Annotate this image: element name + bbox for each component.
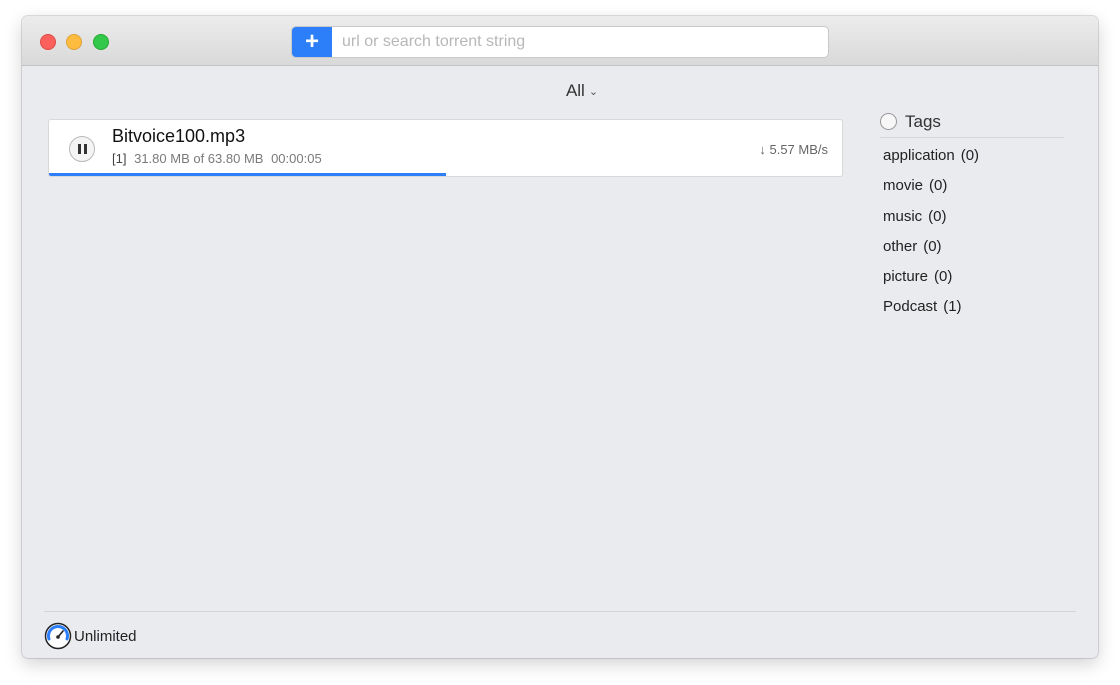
torrent-info: [1] 31.80 MB of 63.80 MB 00:00:05 [112, 151, 326, 166]
tag-label: application [883, 147, 955, 164]
tag-item-movie[interactable]: movie (0) [880, 175, 1064, 205]
tag-count: (0) [928, 207, 947, 225]
url-search-input[interactable] [332, 27, 828, 57]
status-bar: Unlimited [44, 611, 1076, 657]
tag-label: other [883, 237, 918, 255]
maximize-window-button[interactable] [93, 34, 109, 50]
torrent-eta: 00:00:05 [271, 151, 322, 166]
tag-count: (0) [929, 177, 948, 195]
torrent-downloaded: 31.80 MB of 63.80 MB [134, 151, 264, 166]
tag-count: (1) [943, 298, 962, 316]
plus-icon: + [304, 28, 319, 55]
speedometer-icon[interactable] [44, 622, 72, 650]
torrent-index: [1] [112, 151, 127, 166]
tag-label: music [883, 207, 923, 225]
tag-label: Podcast [883, 298, 938, 316]
pause-button[interactable] [69, 136, 95, 162]
torrent-name: Bitvoice100.mp3 [112, 126, 246, 146]
tag-label: movie [883, 177, 924, 195]
add-torrent-button[interactable]: + [292, 27, 332, 57]
torrent-speed: ↓ 5.57 MB/s [759, 142, 828, 157]
pause-icon [77, 144, 81, 154]
tag-item-picture[interactable]: picture (0) [880, 266, 1064, 296]
progress-bar [49, 173, 842, 176]
filter-selected-label: All [565, 81, 585, 100]
tags-panel: Tags application (0) movie (0) music (0) ot… [880, 112, 1064, 327]
url-search-bar: + [291, 26, 829, 58]
title-bar: + [22, 16, 1098, 66]
tag-item-podcast[interactable]: Podcast (1) [880, 296, 1064, 326]
torrent-row[interactable]: Bitvoice100.mp3 [1] 31.80 MB of 63.80 MB… [48, 119, 843, 177]
app-window: + All ⌄ Bitvoice100.mp3 [1] 31.80 MB of … [22, 16, 1098, 658]
tag-count: (0) [923, 237, 942, 255]
tags-header: Tags [880, 112, 1064, 138]
tags-circle-icon[interactable] [880, 113, 897, 130]
close-window-button[interactable] [40, 34, 56, 50]
tag-list: application (0) movie (0) music (0) other (0… [880, 145, 1064, 327]
tag-item-music[interactable]: music (0) [880, 206, 1064, 236]
tag-item-application[interactable]: application (0) [880, 145, 1064, 175]
tag-count: (0) [934, 268, 953, 286]
progress-fill [49, 173, 446, 176]
tag-count: (0) [960, 147, 980, 164]
minimize-window-button[interactable] [66, 34, 82, 50]
filter-dropdown[interactable]: All ⌄ [552, 80, 612, 102]
tag-item-other[interactable]: other (0) [880, 236, 1064, 266]
speed-limit-label[interactable]: Unlimited [74, 628, 137, 645]
chevron-down-icon: ⌄ [588, 86, 599, 98]
tag-label: picture [883, 268, 929, 286]
tags-title: Tags [905, 111, 941, 131]
